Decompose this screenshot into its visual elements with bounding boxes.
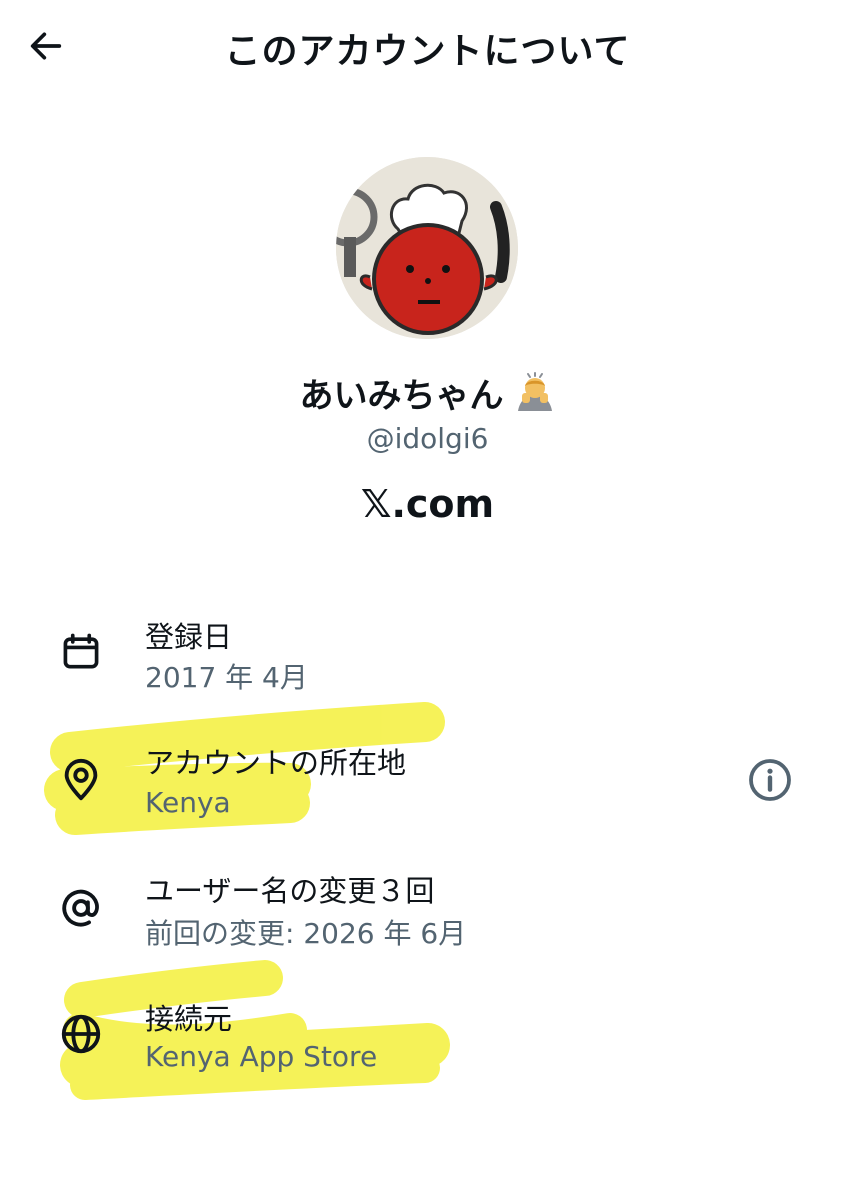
info-icon	[749, 759, 791, 801]
location-pin-icon	[57, 756, 105, 804]
detail-label: 登録日	[145, 620, 233, 654]
handle: @idolgi6	[366, 422, 489, 455]
top-bar: このアカウントについて	[0, 0, 855, 100]
detail-label: ユーザー名の変更３回	[145, 874, 435, 908]
person-bowing-emoji	[514, 371, 556, 422]
detail-value: 2017 年 4月	[145, 661, 308, 694]
detail-label: アカウントの所在地	[145, 746, 407, 780]
detail-row-joined: 登録日 2017 年 4月	[0, 614, 855, 714]
detail-value: Kenya	[145, 786, 231, 819]
avatar-image	[336, 157, 518, 339]
detail-value: Kenya App Store	[145, 1040, 378, 1073]
domain-label: 𝕏.com	[360, 482, 495, 526]
detail-label: 接続元	[145, 1002, 233, 1036]
globe-icon	[57, 1010, 105, 1058]
display-name-text: あいみちゃん	[299, 376, 504, 416]
detail-row-connected-via: 接続元 Kenya App Store	[0, 996, 855, 1096]
at-sign-icon	[57, 884, 105, 932]
display-name: あいみちゃん	[0, 368, 855, 422]
page-title: このアカウントについて	[224, 31, 631, 72]
detail-row-location: アカウントの所在地 Kenya	[0, 740, 855, 840]
detail-value: 前回の変更: 2026 年 6月	[145, 917, 467, 950]
info-button[interactable]	[745, 755, 795, 805]
detail-row-username-changes: ユーザー名の変更３回 前回の変更: 2026 年 6月	[0, 868, 855, 968]
calendar-icon	[57, 628, 105, 676]
avatar[interactable]	[336, 157, 518, 339]
